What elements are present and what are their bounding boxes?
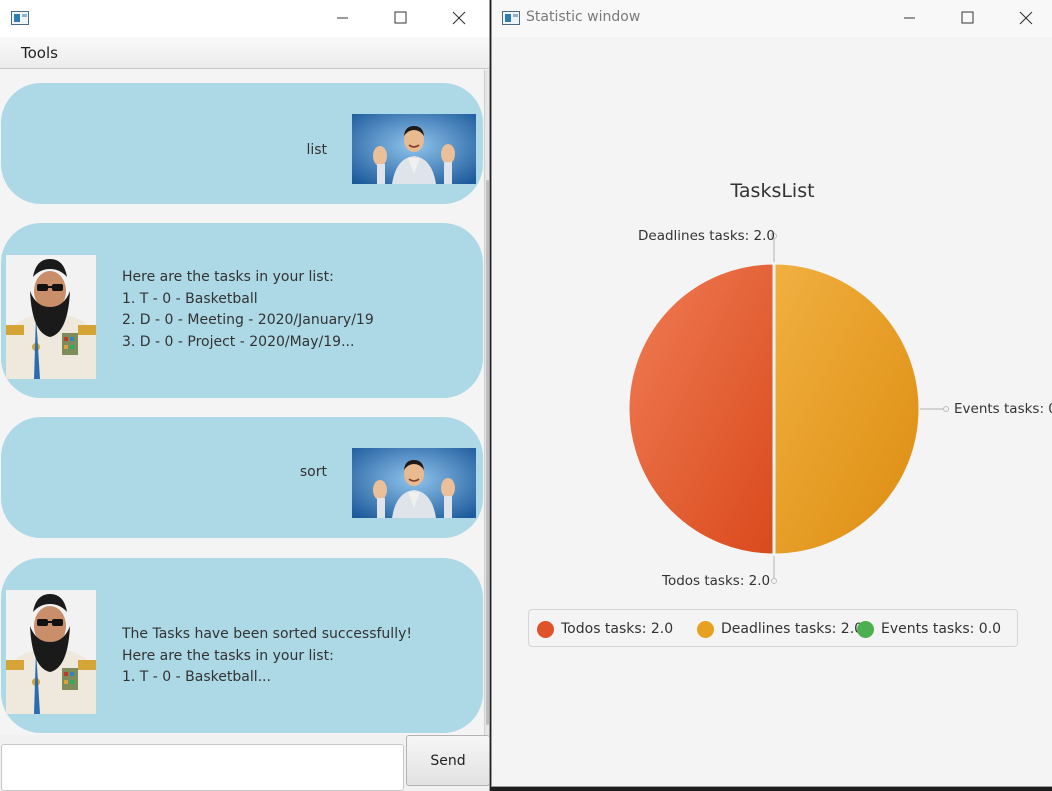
chat-scrollbar[interactable] xyxy=(484,70,489,735)
bot-dialog-box: Here are the tasks in your list: 1. T - … xyxy=(1,223,483,398)
chat-window: Tools list Here are the tasks in your li… xyxy=(0,0,490,791)
bot-message-line: The Tasks have been sorted successfully! xyxy=(122,626,412,642)
pie-label-deadlines: Deadlines tasks: 2.0 xyxy=(638,228,775,244)
legend-label: Events tasks: 0.0 xyxy=(881,621,1002,637)
user-input-field[interactable] xyxy=(1,744,404,791)
close-icon[interactable] xyxy=(443,6,473,30)
legend-label: Deadlines tasks: 2.0 xyxy=(721,621,864,637)
user-dialog-box: list xyxy=(1,83,483,204)
pie-label-todos: Todos tasks: 2.0 xyxy=(662,573,771,589)
menu-bar: Tools xyxy=(0,37,489,69)
bot-dialog-box: The Tasks have been sorted successfully!… xyxy=(1,558,483,733)
bot-avatar xyxy=(6,255,96,379)
legend-item-events: Events tasks: 0.0 xyxy=(857,619,1001,639)
bot-message-line: Here are the tasks in your list: xyxy=(122,269,334,285)
title-bar xyxy=(0,0,489,37)
legend-swatch xyxy=(857,620,874,638)
pie-slice-todos xyxy=(626,261,776,557)
dialog-container: list Here are the tasks in your list: 1.… xyxy=(0,70,484,735)
statistic-window: Statistic window TasksList Deadlines tas… xyxy=(491,0,1052,787)
pie-chart xyxy=(626,233,949,584)
input-area: Send xyxy=(0,735,489,791)
bot-message-text: Here are the tasks in your list: 1. T - … xyxy=(122,267,374,353)
legend-item-deadlines: Deadlines tasks: 2.0 xyxy=(697,619,863,639)
bot-message-line: 1. T - 0 - Basketball xyxy=(122,290,258,307)
user-avatar xyxy=(352,448,476,518)
send-button[interactable]: Send xyxy=(406,735,489,786)
bot-message-text: The Tasks have been sorted successfully!… xyxy=(122,624,412,689)
todos-leader-dot xyxy=(771,578,777,584)
bot-message-line: 2. D - 0 - Meeting - 2020/January/19 xyxy=(122,312,374,328)
bot-avatar xyxy=(6,590,96,714)
user-avatar xyxy=(352,114,476,184)
chart-legend: Todos tasks: 2.0 Deadlines tasks: 2.0 Ev… xyxy=(528,609,1018,647)
user-message-text: sort xyxy=(299,464,327,480)
user-message-text: list xyxy=(306,142,327,158)
pie-slice-deadlines xyxy=(772,261,922,557)
app-icon xyxy=(11,11,29,25)
minimize-icon[interactable] xyxy=(327,6,357,30)
user-dialog-box: sort xyxy=(1,417,483,538)
scroll-thumb[interactable] xyxy=(486,180,489,725)
maximize-icon[interactable] xyxy=(385,6,415,30)
legend-label: Todos tasks: 2.0 xyxy=(561,621,674,637)
legend-swatch xyxy=(697,620,714,638)
bot-message-line: 1. T - 0 - Basketball... xyxy=(122,669,271,685)
legend-swatch xyxy=(537,620,554,638)
bot-message-line: 3. D - 0 - Project - 2020/May/19... xyxy=(122,333,355,350)
legend-item-todos: Todos tasks: 2.0 xyxy=(537,619,673,639)
events-leader-dot xyxy=(943,406,949,412)
bot-message-line: Here are the tasks in your list: xyxy=(122,647,334,664)
menu-tools[interactable]: Tools xyxy=(21,44,58,62)
pie-label-events: Events tasks: 0. xyxy=(954,401,1052,417)
